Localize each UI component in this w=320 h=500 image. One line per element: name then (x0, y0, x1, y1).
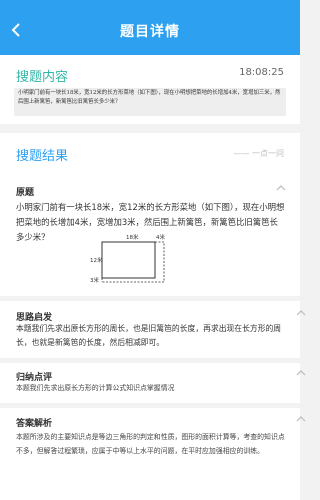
search-time: 18:08:25 (239, 67, 284, 78)
chevron-up-icon[interactable] (296, 369, 306, 376)
thinking-text: 本题我们先求出原长方形的周长，也是旧篱笆的长度，再求出现在长方形的周长，也就是新… (16, 324, 282, 347)
section-divider (0, 358, 300, 363)
label-top-long: 18米 (126, 233, 139, 241)
section-divider (0, 296, 300, 301)
label-left-short: 3米 (90, 276, 99, 284)
page-title: 题目详情 (120, 24, 180, 40)
rectangle-diagram: 18米 4米 12米 3米 (90, 233, 165, 284)
chevron-up-icon[interactable] (296, 309, 306, 316)
question-text: 小明家门前有一块长18米，宽12米的长方形菜地（如下图），现在小明想把菜地的长增… (14, 88, 286, 116)
search-content-title: 搜题内容 (16, 70, 69, 85)
search-result-title: 搜题结果 (16, 149, 69, 164)
chevron-up-icon[interactable] (276, 184, 286, 191)
summary-text: 本题我们先求出原长方形的计算公式知识点掌握情况 (16, 384, 175, 392)
header-bar: 题目详情 (0, 0, 300, 55)
chevron-up-icon[interactable] (296, 415, 306, 422)
answer-text: 本题所涉及的主要知识点是等边三角形的判定和性质，图形的面积计算等，考查的知识点不… (16, 433, 285, 455)
section-divider (0, 403, 300, 408)
label-top-short: 4米 (156, 233, 165, 241)
search-content-card: 搜题内容 18:08:25 小明家门前有一块长18米，宽12米的长方形菜地（如下… (0, 55, 300, 124)
one-point-one-question-link[interactable]: —— 一点一问 (233, 148, 284, 159)
answer-heading: 答案解析 (16, 419, 53, 429)
original-heading: 原题 (16, 188, 35, 198)
label-left-long: 12米 (90, 256, 103, 264)
